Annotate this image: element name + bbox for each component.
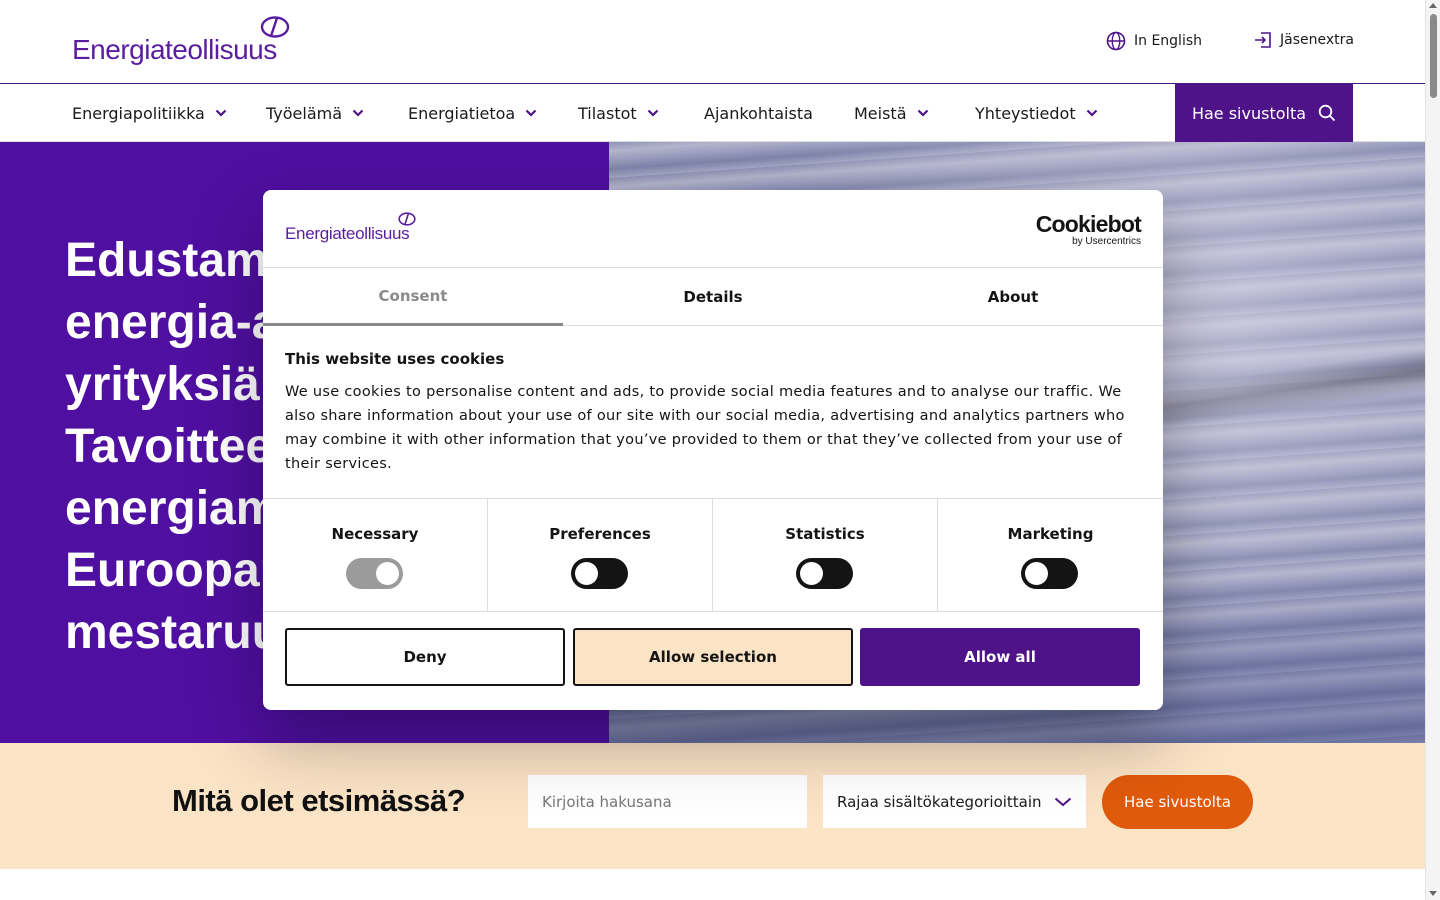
main-nav: Energiapolitiikka Työelämä Energiatietoa… xyxy=(0,84,1425,142)
necessary-toggle xyxy=(346,558,403,589)
site-search-band: Mitä olet etsimässä? Rajaa sisältökatego… xyxy=(0,743,1425,869)
logo-text: Energiateollisuus xyxy=(72,34,277,65)
scroll-down-arrow-icon[interactable] xyxy=(1429,891,1437,896)
tab-consent[interactable]: Consent xyxy=(263,268,563,326)
preferences-toggle[interactable] xyxy=(571,558,628,589)
toggle-knob xyxy=(1025,562,1048,585)
chevron-down-icon xyxy=(215,109,227,117)
toggle-knob xyxy=(376,562,399,585)
nav-item-tyoelama[interactable]: Työelämä xyxy=(266,84,364,142)
chevron-down-icon xyxy=(525,109,537,117)
nav-search-button[interactable]: Hae sivustolta xyxy=(1175,84,1353,142)
deny-button[interactable]: Deny xyxy=(285,628,565,686)
search-submit-button[interactable]: Hae sivustolta xyxy=(1102,775,1253,829)
cookie-logo-text: Energiateollisuus xyxy=(285,224,410,243)
category-label: Necessary xyxy=(331,525,419,543)
nav-item-energiatietoa[interactable]: Energiatietoa xyxy=(408,84,537,142)
category-label: Statistics xyxy=(785,525,865,543)
toggle-knob xyxy=(800,562,823,585)
tab-details[interactable]: Details xyxy=(563,268,863,326)
cookiebot-brand-name: Cookiebot xyxy=(1035,211,1142,237)
scrollbar-thumb[interactable] xyxy=(1430,14,1437,98)
category-necessary: Necessary xyxy=(263,499,488,612)
chevron-down-icon xyxy=(1086,109,1097,117)
cookie-dialog-body: This website uses cookies We use cookies… xyxy=(285,350,1141,476)
category-preferences: Preferences xyxy=(488,499,713,612)
cookie-category-toggles: Necessary Preferences Statistics Marketi… xyxy=(263,498,1163,612)
nav-item-label: Energiatietoa xyxy=(408,103,516,123)
nav-item-yhteystiedot[interactable]: Yhteystiedot xyxy=(975,84,1098,142)
category-marketing: Marketing xyxy=(938,499,1163,612)
toggle-knob xyxy=(575,562,598,585)
member-login-link[interactable]: Jäsenextra xyxy=(1254,31,1354,49)
marketing-toggle[interactable] xyxy=(1021,558,1078,589)
nav-item-ajankohtaista[interactable]: Ajankohtaista xyxy=(704,84,813,142)
cookie-dialog-text: We use cookies to personalise content an… xyxy=(285,384,1125,472)
language-link-label: In English xyxy=(1134,33,1203,49)
tab-about[interactable]: About xyxy=(863,268,1163,326)
nav-item-label: Yhteystiedot xyxy=(975,103,1076,123)
chevron-down-icon xyxy=(352,109,364,117)
chevron-down-icon xyxy=(1054,797,1072,806)
cookiebot-brand[interactable]: Cookiebot by Usercentrics xyxy=(1035,211,1142,247)
nav-search-label: Hae sivustolta xyxy=(1191,103,1307,123)
member-link-label: Jäsenextra xyxy=(1280,32,1354,48)
logo-mark-icon xyxy=(398,212,416,226)
globe-icon xyxy=(1106,31,1126,51)
cookie-consent-dialog: Energiateollisuus Cookiebot by Usercentr… xyxy=(263,190,1163,710)
search-heading: Mitä olet etsimässä? xyxy=(172,783,466,818)
nav-item-label: Tilastot xyxy=(578,103,637,123)
scroll-up-arrow-icon[interactable] xyxy=(1429,3,1437,8)
page-scrollbar[interactable] xyxy=(1425,0,1440,900)
cookie-dialog-header: Energiateollisuus Cookiebot by Usercentr… xyxy=(263,190,1163,268)
nav-item-tilastot[interactable]: Tilastot xyxy=(578,84,659,142)
logo-mark-icon xyxy=(260,16,290,38)
category-filter-label: Rajaa sisältökategorioittain xyxy=(837,792,1042,811)
nav-item-label: Työelämä xyxy=(266,103,343,123)
search-icon xyxy=(1318,104,1336,122)
nav-item-meista[interactable]: Meistä xyxy=(854,84,929,142)
allow-selection-button[interactable]: Allow selection xyxy=(573,628,853,686)
nav-item-energiapolitiikka[interactable]: Energiapolitiikka xyxy=(72,84,227,142)
chevron-down-icon xyxy=(647,109,658,117)
cookiebot-brand-sub: by Usercentrics xyxy=(1072,236,1141,247)
search-input[interactable] xyxy=(528,775,807,828)
statistics-toggle[interactable] xyxy=(796,558,853,589)
cookie-dialog-title: This website uses cookies xyxy=(285,350,505,368)
site-header: Energiateollisuus In English Jäsenextra xyxy=(0,0,1425,84)
category-filter-select[interactable]: Rajaa sisältökategorioittain xyxy=(823,775,1086,828)
login-icon xyxy=(1255,32,1271,48)
language-link[interactable]: In English xyxy=(1106,31,1202,51)
nav-item-label: Ajankohtaista xyxy=(704,103,813,123)
nav-item-label: Energiapolitiikka xyxy=(72,103,205,123)
category-statistics: Statistics xyxy=(713,499,938,612)
chevron-down-icon xyxy=(917,109,928,117)
cookie-dialog-tabs: Consent Details About xyxy=(263,268,1163,326)
nav-item-label: Meistä xyxy=(854,103,907,123)
allow-all-button[interactable]: Allow all xyxy=(860,628,1140,686)
category-label: Marketing xyxy=(1007,525,1094,543)
category-label: Preferences xyxy=(549,525,651,543)
